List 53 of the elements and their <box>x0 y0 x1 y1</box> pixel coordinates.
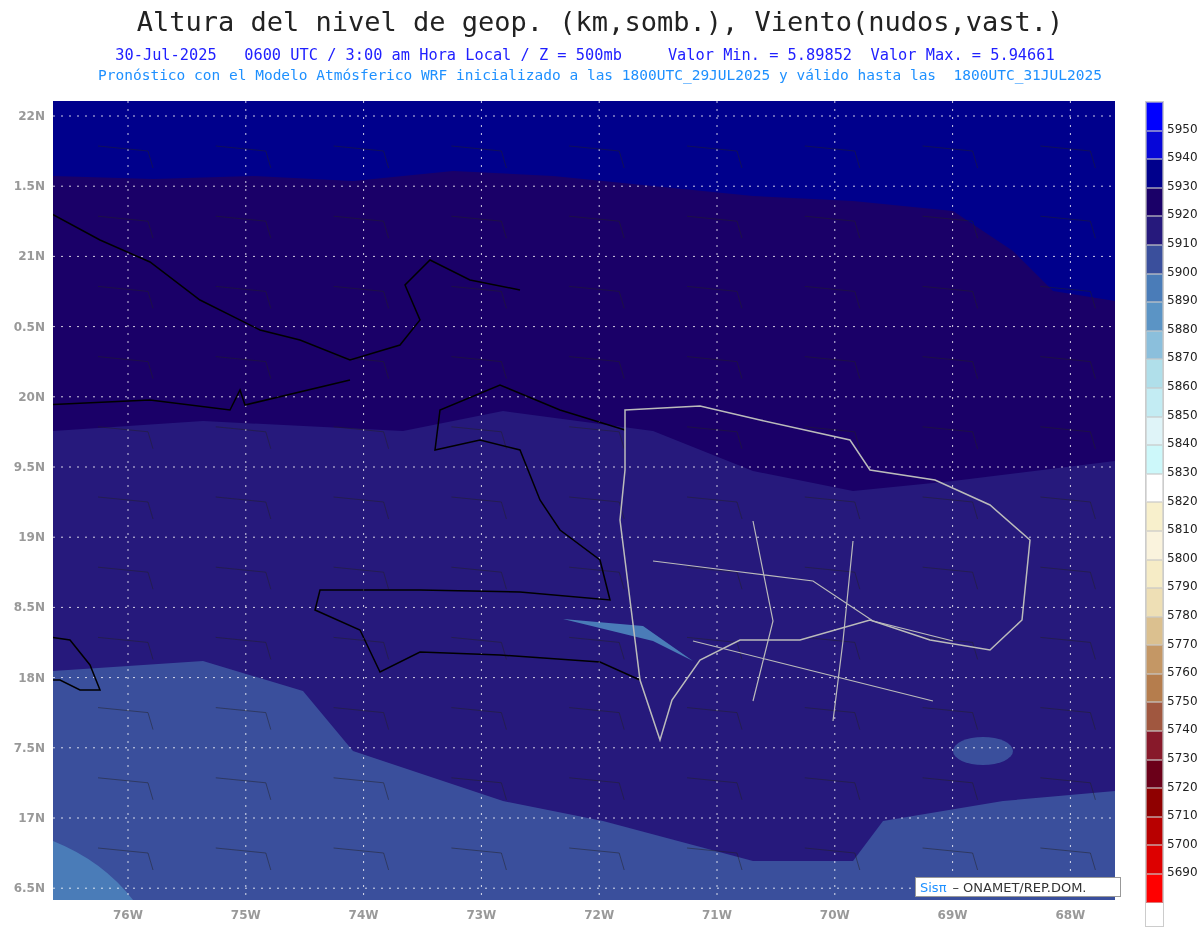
chart-subtitle: 30-Jul-2025 0600 UTC / 3:00 am Hora Local / Z = 500mb Valor Min. = 5.89852 Valor Max. = 5.94661 <box>115 45 1055 65</box>
scale-value-label: 5760 <box>1167 665 1198 680</box>
latitude-label: 1.5N <box>13 179 45 194</box>
scale-value-label: 5710 <box>1167 808 1198 823</box>
latitude-label: 7.5N <box>13 740 45 755</box>
longitude-label: 69W <box>937 908 968 922</box>
longitude-label: 73W <box>466 908 497 922</box>
scale-value-label: 5780 <box>1167 607 1198 622</box>
scale-value-label: 5930 <box>1167 178 1198 193</box>
scale-value-label: 5790 <box>1167 579 1198 594</box>
scale-value-label: 5840 <box>1167 436 1198 451</box>
latitude-label: 17N <box>18 811 45 825</box>
scale-value-label: 5900 <box>1167 264 1198 279</box>
scale-value-label: 5860 <box>1167 379 1198 394</box>
scale-value-label: 5850 <box>1167 407 1198 422</box>
longitude-label: 76W <box>113 908 143 922</box>
credit-text: – ONAMET/REP.DOM. <box>952 879 1087 895</box>
longitude-label: 75W <box>230 908 261 922</box>
longitude-label: 74W <box>348 908 379 922</box>
scale-value-label: 5820 <box>1167 493 1198 508</box>
longitude-label: 70W <box>819 908 850 922</box>
scale-value-label: 5870 <box>1167 350 1198 365</box>
scale-value-label: 5910 <box>1167 236 1198 251</box>
latitude-label: 0.5N <box>13 319 45 334</box>
forecast-info-line: Pronóstico con el Modelo Atmósferico WRF inicializado a las 1800UTC_29JUL2025 y válido hasta las 1800UTC_31JUL2025 <box>98 66 1102 85</box>
longitude-label: 72W <box>584 908 615 922</box>
scale-value-label: 5690 <box>1167 865 1198 880</box>
scale-value-label: 5940 <box>1167 150 1198 165</box>
scale-value-label: 5880 <box>1167 321 1198 336</box>
scale-value-label: 5740 <box>1167 722 1198 737</box>
scale-value-label: 5700 <box>1167 836 1198 851</box>
scale-value-label: 5730 <box>1167 750 1198 765</box>
latitude-label: 20N <box>18 389 45 404</box>
scale-value-label: 5830 <box>1167 464 1198 479</box>
brand-logo: Sisπ <box>920 879 947 895</box>
chart-title: Altura del nivel de geop. (km,somb.), Viento(nudos,vast.) <box>136 5 1064 39</box>
latitude-label: 6.5N <box>13 881 45 896</box>
scale-value-label: 5950 <box>1167 121 1198 136</box>
scale-value-label: 5800 <box>1167 550 1198 565</box>
scale-value-label: 5810 <box>1167 522 1198 537</box>
longitude-label: 71W <box>702 908 732 922</box>
scale-value-label: 5890 <box>1167 293 1198 308</box>
scale-value-label: 5720 <box>1167 779 1198 794</box>
latitude-label: 8.5N <box>13 600 45 615</box>
latitude-label: 18N <box>18 670 45 685</box>
latitude-label: 22N <box>18 109 45 123</box>
scale-value-label: 5920 <box>1167 207 1198 222</box>
latitude-label: 21N <box>18 249 45 264</box>
scale-value-label: 5750 <box>1167 693 1198 708</box>
longitude-label: 68W <box>1055 908 1086 922</box>
latitude-label: 19N <box>18 530 45 545</box>
scale-value-label: 5770 <box>1167 636 1198 651</box>
latitude-label: 9.5N <box>13 460 45 474</box>
